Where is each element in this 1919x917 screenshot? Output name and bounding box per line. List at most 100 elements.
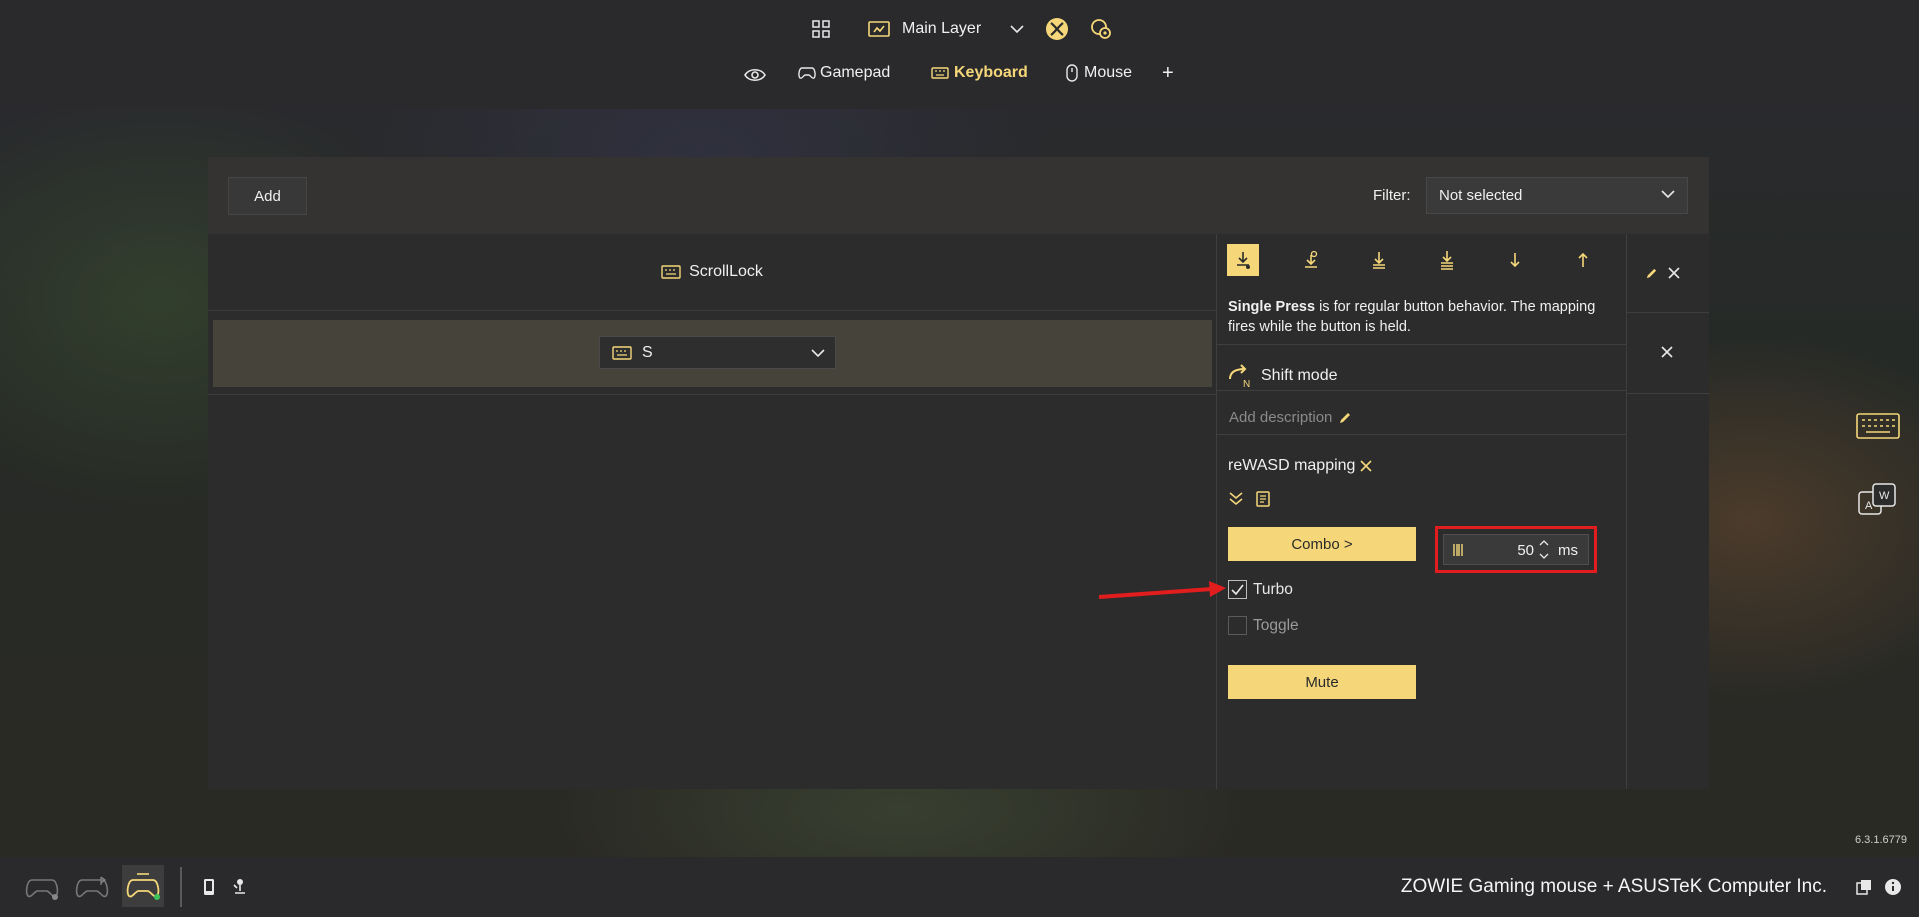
divider	[1627, 312, 1709, 313]
status-bar: ZOWIE Gaming mouse + ASUSTeK Computer In…	[0, 857, 1919, 917]
virtual-keyboard-icon[interactable]	[1855, 411, 1901, 441]
layer-dropdown-chevron-icon[interactable]	[1008, 20, 1026, 38]
add-tab-button[interactable]: +	[1162, 62, 1174, 85]
layer-row: Main Layer	[0, 14, 1919, 44]
mapping-row-selected[interactable]: S	[213, 320, 1212, 387]
key-translate-icon[interactable]: AW	[1855, 479, 1901, 521]
gamepad-device-icon[interactable]	[24, 873, 60, 903]
layer-icon	[866, 18, 892, 40]
pencil-icon	[1340, 412, 1351, 423]
turbo-interval-value[interactable]: 50	[1504, 542, 1534, 559]
remove-mapping-close-icon[interactable]	[1359, 459, 1373, 473]
filter-select[interactable]: Not selected	[1426, 177, 1688, 214]
turbo-interval-stepper[interactable]: 50 ms	[1443, 534, 1589, 565]
combo-button[interactable]: Combo >	[1228, 527, 1416, 561]
mode-description: Single Press is for regular button behav…	[1228, 297, 1618, 337]
increment-chevron-up-icon[interactable]	[1538, 538, 1550, 547]
start-press-mode-icon[interactable]	[1499, 244, 1531, 276]
toggle-checkbox-box[interactable]	[1228, 616, 1247, 635]
xbox-controller-icon[interactable]	[1044, 16, 1070, 42]
double-press-mode-icon[interactable]	[1363, 244, 1395, 276]
turbo-pulse-icon	[1453, 544, 1463, 556]
shift-mode-label: Shift mode	[1261, 367, 1338, 384]
divider	[1217, 344, 1626, 345]
copy-config-icon[interactable]	[1855, 877, 1873, 897]
source-key-label: ScrollLock	[689, 263, 763, 280]
panel-header: Add Filter: Not selected	[208, 157, 1709, 234]
info-icon[interactable]	[1883, 877, 1903, 897]
add-description[interactable]: Add description	[1229, 409, 1352, 426]
device-tabs: Gamepad Keyboard Mouse +	[0, 62, 1919, 92]
source-key-row[interactable]: ScrollLock	[208, 234, 1216, 311]
tab-mouse-label: Mouse	[1084, 64, 1133, 81]
connected-device-name: ZOWIE Gaming mouse + ASUSTeK Computer In…	[1400, 876, 1827, 897]
rewasd-mapping-header: reWASD mapping	[1228, 457, 1373, 475]
turbo-interval-unit: ms	[1558, 542, 1578, 559]
activation-modes	[1227, 244, 1617, 276]
keyboard-icon	[612, 345, 632, 360]
svg-text:W: W	[1879, 490, 1890, 502]
svg-text:N: N	[1243, 379, 1250, 389]
mode-description-title: Single Press	[1228, 299, 1316, 315]
divider	[1627, 393, 1709, 394]
controller-settings-icon[interactable]	[1088, 16, 1114, 42]
mute-button[interactable]: Mute	[1228, 665, 1416, 699]
tab-gamepad-label: Gamepad	[820, 64, 891, 81]
divider	[1217, 434, 1626, 435]
close-icon[interactable]	[1667, 266, 1681, 280]
activation-editor: Single Press is for regular button behav…	[1216, 234, 1627, 789]
tab-keyboard-label: Keyboard	[954, 64, 1028, 81]
add-description-label: Add description	[1229, 409, 1333, 426]
shift-mode[interactable]: N Shift mode	[1227, 363, 1337, 389]
mapping-panel: Add Filter: Not selected ScrollLock S Si…	[208, 157, 1709, 789]
target-key-select[interactable]: S	[599, 336, 836, 369]
top-bar: Main Layer Gamepad Keyboard Mouse +	[0, 0, 1919, 109]
turbo-label: Turbo	[1253, 580, 1293, 598]
tab-gamepad[interactable]: Gamepad	[798, 64, 890, 82]
long-press-mode-icon[interactable]	[1295, 244, 1327, 276]
annotation-arrow	[1098, 581, 1226, 599]
tab-mouse[interactable]: Mouse	[1065, 64, 1132, 82]
chevron-down-icon	[1661, 190, 1675, 199]
triple-press-mode-icon[interactable]	[1431, 244, 1463, 276]
toggle-label: Toggle	[1253, 616, 1299, 634]
tab-keyboard[interactable]: Keyboard	[931, 64, 1028, 82]
turbo-checkbox-box[interactable]	[1228, 580, 1247, 599]
virtual-gamepad-icon[interactable]	[122, 865, 164, 907]
gamepad-icon	[798, 67, 816, 79]
layer-name[interactable]: Main Layer	[902, 20, 981, 38]
grid-view-icon[interactable]	[810, 18, 832, 40]
filter-select-value: Not selected	[1439, 187, 1523, 204]
divider	[1217, 390, 1626, 391]
rewasd-mapping-label: reWASD mapping	[1228, 457, 1356, 474]
mapping-options	[1228, 490, 1272, 508]
mobile-device-icon[interactable]	[200, 876, 218, 898]
turbo-checkbox[interactable]: Turbo	[1228, 580, 1293, 599]
shift-arrow-icon: N	[1229, 364, 1250, 389]
mapping-list: ScrollLock S	[208, 234, 1216, 789]
double-chevron-down-icon[interactable]	[1228, 490, 1244, 508]
row-actions	[1627, 234, 1709, 789]
single-press-mode-icon[interactable]	[1227, 244, 1259, 276]
close-icon[interactable]	[1660, 345, 1674, 359]
pencil-icon[interactable]	[1645, 267, 1658, 280]
eye-icon[interactable]	[742, 64, 768, 86]
filter-label: Filter:	[1373, 187, 1411, 204]
release-mode-icon[interactable]	[1567, 244, 1599, 276]
chevron-down-icon	[811, 349, 825, 358]
toggle-checkbox[interactable]: Toggle	[1228, 616, 1299, 635]
divider	[208, 394, 1216, 395]
decrement-chevron-down-icon[interactable]	[1538, 552, 1550, 561]
add-button[interactable]: Add	[228, 177, 307, 215]
turbo-interval-highlight: 50 ms	[1435, 526, 1597, 573]
checkmark-icon	[1231, 584, 1244, 595]
keyboard-icon	[931, 67, 949, 79]
macro-script-icon[interactable]	[1254, 490, 1272, 508]
divider	[180, 867, 182, 907]
bluetooth-gamepad-icon[interactable]	[74, 873, 110, 903]
joystick-icon[interactable]	[230, 876, 250, 898]
target-key-label: S	[642, 343, 653, 361]
mouse-icon	[1066, 64, 1078, 82]
keyboard-icon	[661, 265, 681, 279]
app-version: 6.3.1.6779	[1855, 834, 1907, 846]
